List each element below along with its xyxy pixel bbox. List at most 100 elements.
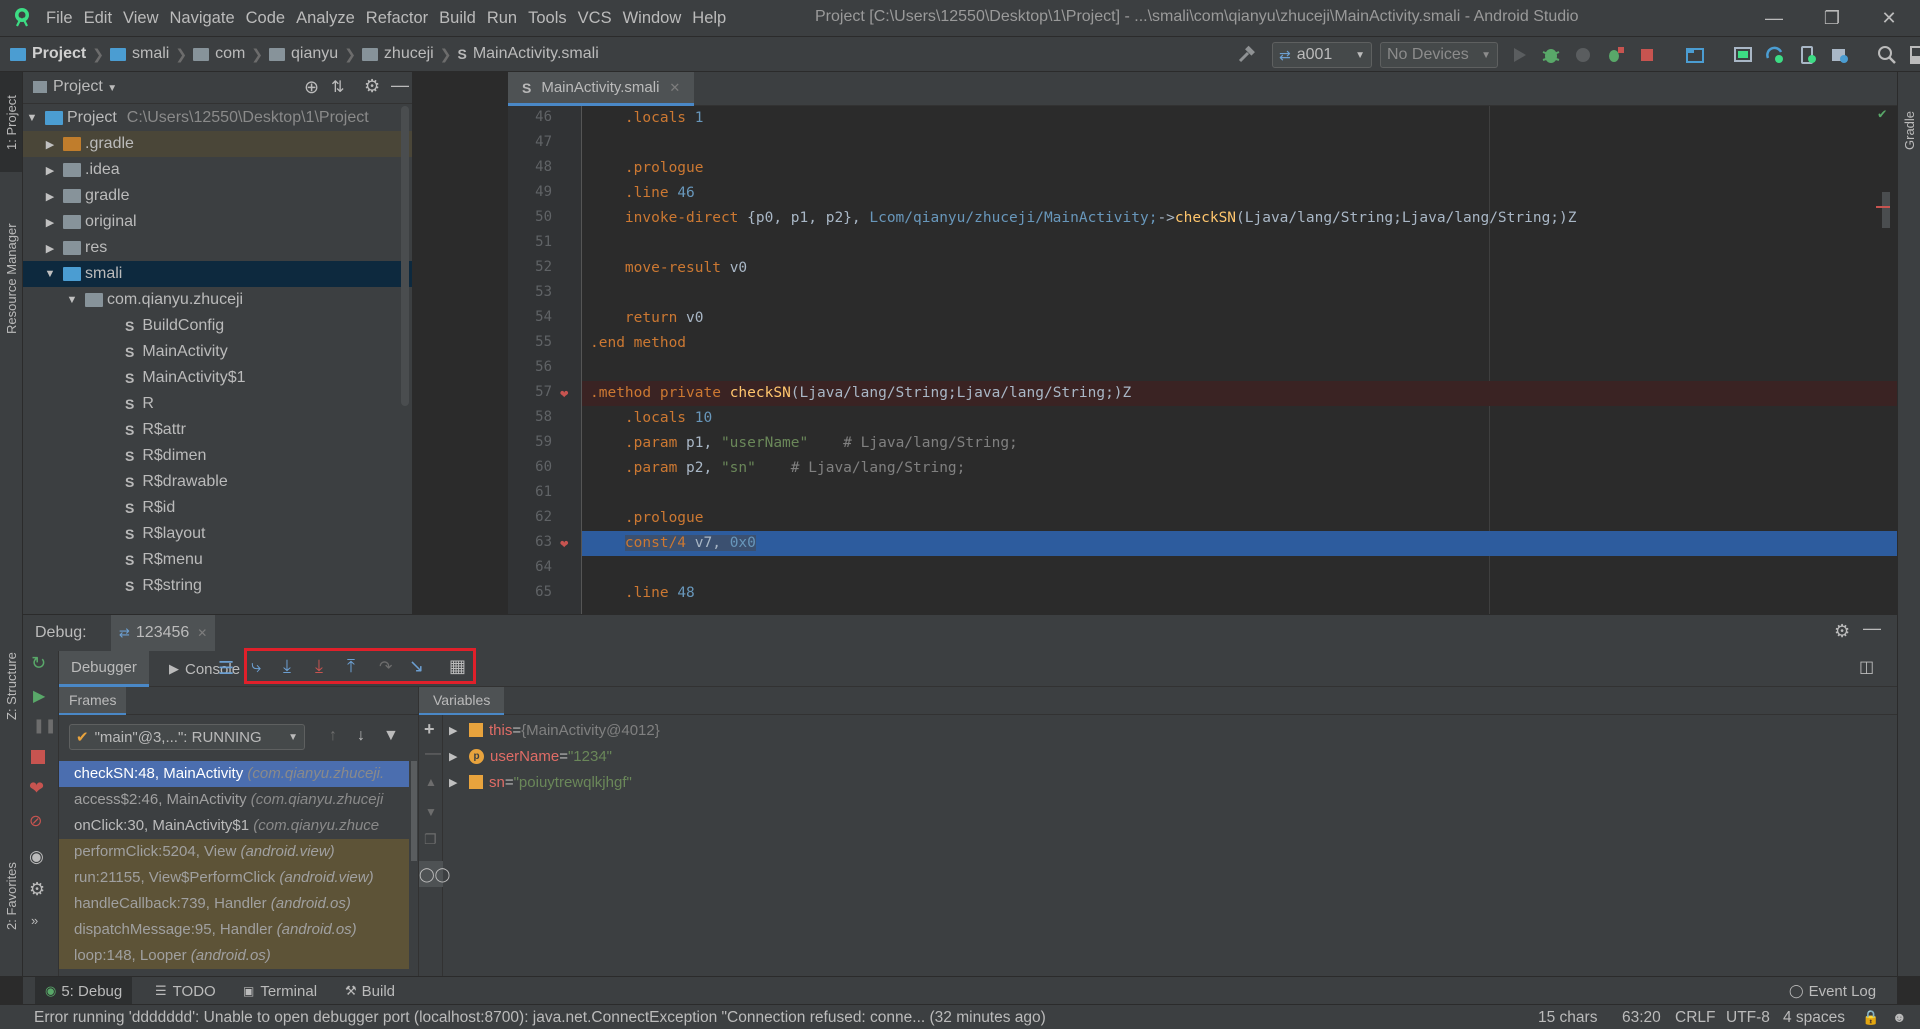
resource-manager-label[interactable]: Resource Manager <box>4 223 19 334</box>
device-manager-icon[interactable] <box>1796 44 1818 66</box>
minimize-icon[interactable]: — <box>1762 6 1786 30</box>
debug-session-tab[interactable]: ⇄ 123456 ✕ <box>111 615 216 651</box>
tree-item-original[interactable]: ▶ original <box>23 209 412 235</box>
menu-navigate[interactable]: Navigate <box>170 9 244 28</box>
menu-tools[interactable]: Tools <box>528 9 576 28</box>
menu-build[interactable]: Build <box>439 9 485 28</box>
menu-analyze[interactable]: Analyze <box>296 9 364 28</box>
layout-icon[interactable] <box>1908 44 1920 66</box>
sync-gradle-icon[interactable] <box>1764 44 1786 66</box>
tab-console[interactable]: ▶ Console <box>161 651 248 687</box>
view-breakpoints-icon[interactable]: ❤ <box>29 778 44 799</box>
code-editor[interactable]: 46 47 48 49 50 51 52 53 54 55 56 57 58 5… <box>508 106 1897 614</box>
lock-icon[interactable]: 🔒 <box>1862 1009 1879 1026</box>
avd-manager-icon[interactable] <box>1732 44 1754 66</box>
move-up-icon[interactable]: ▲ <box>425 775 437 789</box>
project-structure-icon[interactable] <box>1684 44 1706 66</box>
tree-item-r-layout[interactable]: S R$layout <box>23 521 412 547</box>
status-message[interactable]: Error running 'ddddddd': Unable to open … <box>34 1009 1046 1027</box>
gradle-label[interactable]: Gradle <box>1902 111 1917 150</box>
frame-row[interactable]: performClick:5204, View (android.view) <box>59 839 409 865</box>
editor-tab-mainactivity[interactable]: S MainActivity.smali ✕ <box>508 72 695 106</box>
tool-tab-debug[interactable]: ◉ 5: Debug <box>35 977 133 1005</box>
restore-icon[interactable]: ❐ <box>1820 6 1844 30</box>
hide-panel-icon[interactable]: — <box>1863 618 1881 639</box>
hide-panel-icon[interactable]: — <box>391 75 409 96</box>
code-line-57[interactable]: .method private checkSN(Ljava/lang/Strin… <box>582 381 1897 406</box>
frames-scrollbar[interactable] <box>411 761 417 861</box>
device-select[interactable]: No Devices ▼ <box>1380 42 1498 68</box>
tree-scrollbar[interactable] <box>401 106 409 406</box>
tree-item-r-menu[interactable]: S R$menu <box>23 547 412 573</box>
run-icon[interactable] <box>1508 44 1530 66</box>
structure-label[interactable]: Z: Structure <box>4 652 19 720</box>
tree-item-gradle-dir[interactable]: ▶ .gradle <box>23 131 412 157</box>
crumb-file[interactable]: S MainActivity.smali <box>457 45 598 63</box>
variable-row-sn[interactable]: ▶ sn = "poiuytrewqlkjhgf" <box>449 769 632 795</box>
copy-icon[interactable]: ❐ <box>424 831 437 848</box>
crumb-smali[interactable]: smali ❯ <box>109 45 193 63</box>
tree-item-idea[interactable]: ▶ .idea <box>23 157 412 183</box>
variables-tab[interactable]: Variables <box>419 687 505 715</box>
hector-icon[interactable]: ☻ <box>1892 1009 1907 1025</box>
search-icon[interactable] <box>1876 44 1898 66</box>
editor-scrollbar[interactable] <box>1882 192 1890 228</box>
code-line-59[interactable]: .param p1, "userName" # Ljava/lang/Strin… <box>582 431 1897 456</box>
status-encoding[interactable]: UTF-8 <box>1726 1009 1770 1027</box>
menu-refactor[interactable]: Refactor <box>366 9 437 28</box>
variable-row-this[interactable]: ▶ this = {MainActivity@4012} <box>449 717 660 743</box>
run-config-select[interactable]: ⇄ a001 ▼ <box>1272 42 1372 68</box>
hammer-build-icon[interactable] <box>1236 44 1258 66</box>
editor-gutter[interactable]: 46 47 48 49 50 51 52 53 54 55 56 57 58 5… <box>508 106 582 614</box>
arrow-down-icon[interactable]: ↓ <box>357 727 365 745</box>
frame-row[interactable]: loop:148, Looper (android.os) <box>59 943 409 969</box>
code-line-50[interactable]: invoke-direct {p0, p1, p2}, Lcom/qianyu/… <box>582 206 1897 231</box>
add-watch-icon[interactable]: + <box>424 719 435 740</box>
code-line-52[interactable]: move-result v0 <box>582 256 1897 281</box>
code-line-58[interactable]: .locals 10 <box>582 406 1897 431</box>
rerun-icon[interactable]: ↻ <box>31 653 46 674</box>
restore-layout-icon[interactable]: ◫ <box>1859 657 1874 677</box>
tab-debugger[interactable]: Debugger <box>59 651 149 687</box>
debug-bug-icon[interactable] <box>1540 44 1562 66</box>
tree-item-gradle[interactable]: ▶ gradle <box>23 183 412 209</box>
tree-item-r-id[interactable]: S R$id <box>23 495 412 521</box>
tree-item-mainactivity[interactable]: S MainActivity <box>23 339 412 365</box>
tool-tab-event-log[interactable]: ◯ Event Log <box>1779 977 1886 1005</box>
tool-tab-todo[interactable]: ☰ TODO <box>145 977 226 1005</box>
pause-icon[interactable]: ❚❚ <box>33 717 56 734</box>
camera-icon[interactable]: ◉ <box>29 847 44 867</box>
tree-item-r[interactable]: SR <box>23 391 412 417</box>
menu-vcs[interactable]: VCS <box>578 9 621 28</box>
breakpoint-icon[interactable]: ❤ <box>560 536 574 552</box>
breakpoint-icon[interactable]: ❤ <box>560 386 574 402</box>
code-line-65[interactable]: .line 48 <box>582 581 1897 606</box>
variable-row-username[interactable]: ▶ p userName = "1234" <box>449 743 612 769</box>
inspection-ok-icon[interactable]: ✔ <box>1878 106 1886 122</box>
code-line-55[interactable]: .end method <box>582 331 1897 356</box>
menu-code[interactable]: Code <box>246 9 294 28</box>
code-line-48[interactable]: .prologue <box>582 156 1897 181</box>
tree-item-buildconfig[interactable]: S BuildConfig <box>23 313 412 339</box>
more-icon[interactable]: » <box>31 913 38 928</box>
remove-watch-icon[interactable]: — <box>425 745 441 763</box>
tree-item-r-attr[interactable]: S R$attr <box>23 417 412 443</box>
frame-row[interactable]: checkSN:48, MainActivity (com.qianyu.zhu… <box>59 761 409 787</box>
profile-icon[interactable] <box>1572 44 1594 66</box>
menu-help[interactable]: Help <box>692 9 735 28</box>
status-caret-position[interactable]: 63:20 <box>1622 1009 1661 1027</box>
menu-view[interactable]: View <box>123 9 167 28</box>
arrow-up-icon[interactable]: ↑ <box>329 727 337 745</box>
tree-item-package[interactable]: ▼ com.qianyu.zhuceji <box>23 287 412 313</box>
code-line-49[interactable]: .line 46 <box>582 181 1897 206</box>
stop-icon[interactable] <box>1636 44 1658 66</box>
frame-row[interactable]: onClick:30, MainActivity$1 (com.qianyu.z… <box>59 813 409 839</box>
gear-icon[interactable]: ⚙ <box>1834 621 1850 642</box>
menu-window[interactable]: Window <box>623 9 691 28</box>
code-line-46[interactable]: .locals 1 <box>582 106 1897 131</box>
collapse-all-icon[interactable]: ⇅ <box>331 77 344 97</box>
code-line-54[interactable]: return v0 <box>582 306 1897 331</box>
close-tab-icon[interactable]: ✕ <box>197 626 207 640</box>
frames-tab[interactable]: Frames <box>59 687 127 715</box>
menu-edit[interactable]: Edit <box>84 9 121 28</box>
